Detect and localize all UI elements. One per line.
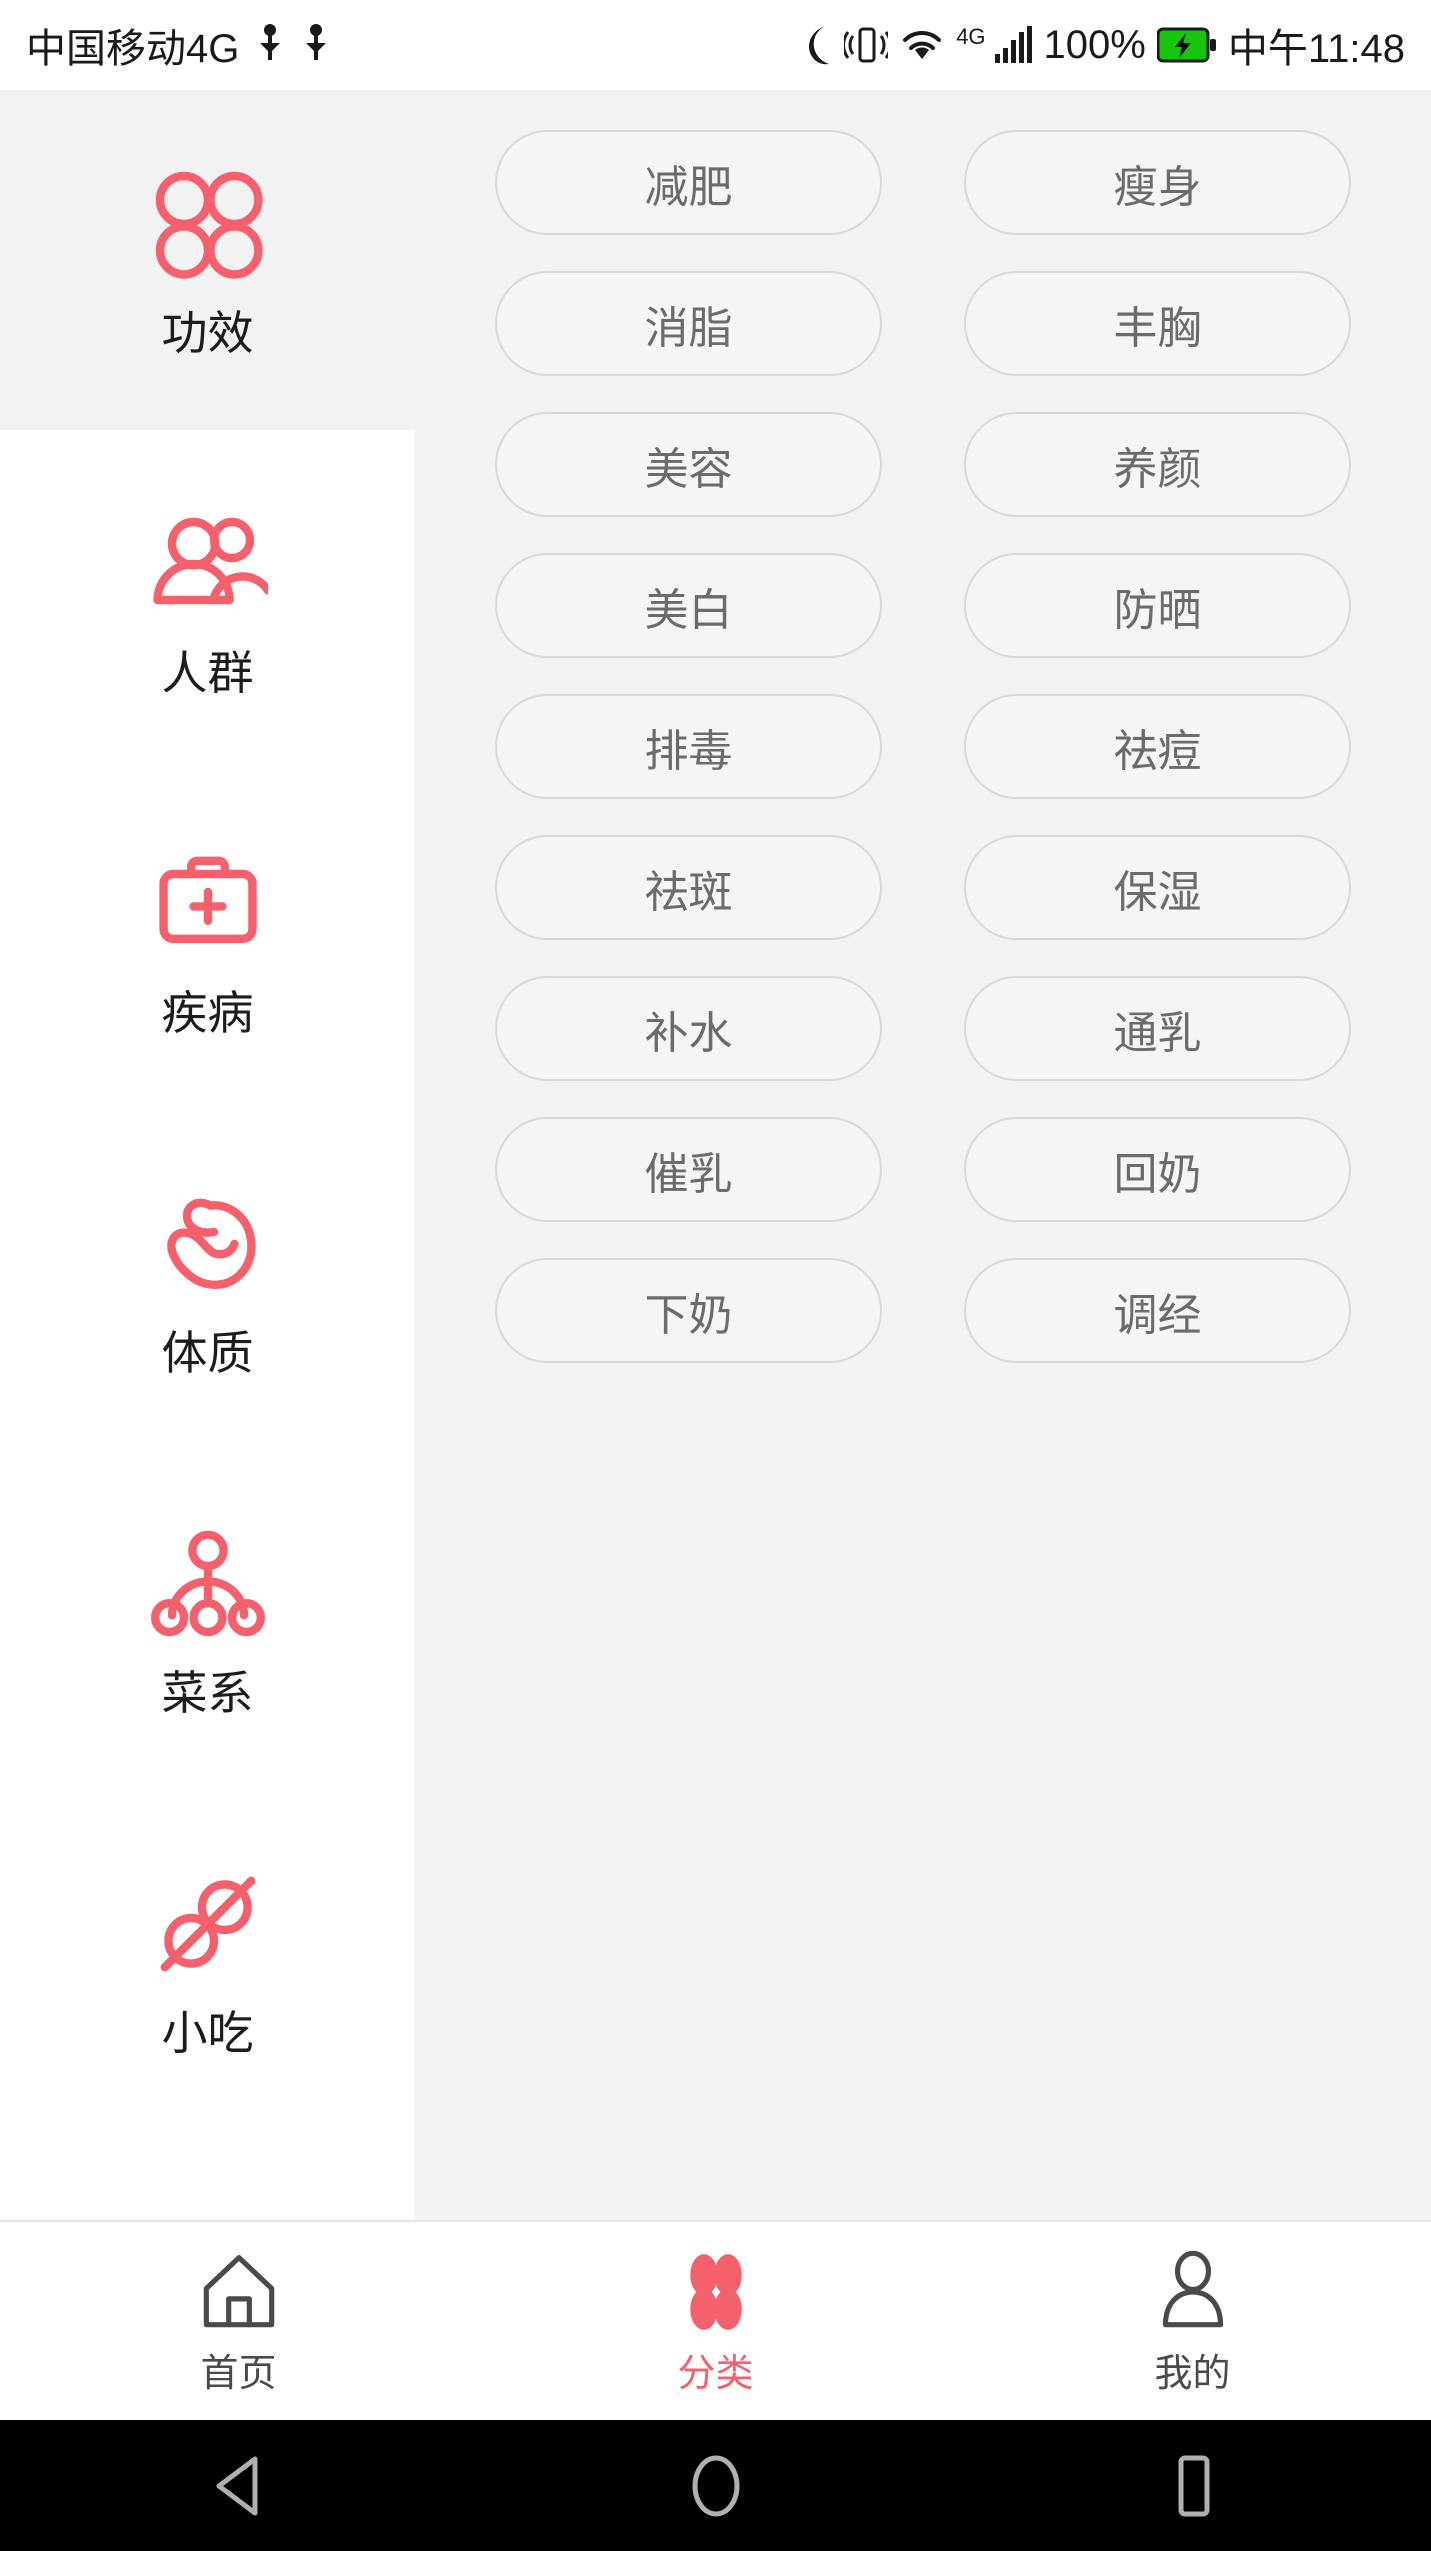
tag-item[interactable]: 美容 bbox=[495, 412, 882, 517]
tag-item[interactable]: 丰胸 bbox=[964, 271, 1351, 376]
category-sidebar: 功效 人群 疾病 体质 菜系 小吃 bbox=[0, 90, 415, 2220]
hierarchy-tree-icon bbox=[148, 1524, 268, 1644]
sidebar-item-label: 功效 bbox=[161, 307, 254, 359]
tag-item[interactable]: 瘦身 bbox=[964, 130, 1351, 235]
tab-label: 我的 bbox=[1154, 2353, 1231, 2395]
tag-item[interactable]: 防晒 bbox=[964, 553, 1351, 658]
tag-item[interactable]: 调经 bbox=[964, 1258, 1351, 1363]
signal-bars-icon bbox=[993, 24, 1033, 66]
moon-icon bbox=[799, 24, 833, 66]
tab-categories[interactable]: 分类 bbox=[477, 2249, 954, 2393]
tag-item[interactable]: 减肥 bbox=[495, 130, 882, 235]
sidebar-item-jibing[interactable]: 疾病 bbox=[0, 770, 415, 1110]
tab-home[interactable]: 首页 bbox=[0, 2249, 477, 2393]
tag-item[interactable]: 排毒 bbox=[495, 694, 882, 799]
sidebar-item-renqun[interactable]: 人群 bbox=[0, 430, 415, 770]
food-skewer-icon bbox=[148, 1864, 268, 1984]
home-circle-icon[interactable] bbox=[656, 2426, 776, 2546]
flexed-bicep-icon bbox=[148, 1184, 268, 1304]
tag-item[interactable]: 祛痘 bbox=[964, 694, 1351, 799]
sidebar-item-label: 菜系 bbox=[161, 1667, 254, 1719]
sidebar-item-tizhi[interactable]: 体质 bbox=[0, 1110, 415, 1450]
tag-item[interactable]: 消脂 bbox=[495, 271, 882, 376]
bottom-tab-bar: 首页 分类 我的 bbox=[0, 2220, 1431, 2420]
tag-item[interactable]: 美白 bbox=[495, 553, 882, 658]
sidebar-item-label: 人群 bbox=[161, 647, 254, 699]
clock-label: 中午11:48 bbox=[1227, 27, 1405, 71]
battery-percent-label: 100% bbox=[1043, 22, 1146, 67]
people-group-icon bbox=[148, 504, 268, 624]
sidebar-item-label: 体质 bbox=[161, 1327, 254, 1379]
tag-item[interactable]: 通乳 bbox=[964, 976, 1351, 1081]
tab-profile[interactable]: 我的 bbox=[954, 2249, 1431, 2393]
battery-charging-icon bbox=[1156, 27, 1217, 63]
app-root: 中国移动4G 4G 100% 中午11:48 功效 人群 疾病 体质 菜系 小吃… bbox=[0, 0, 1431, 2551]
tag-item[interactable]: 保湿 bbox=[964, 835, 1351, 940]
tag-item[interactable]: 下奶 bbox=[495, 1258, 882, 1363]
tab-label: 首页 bbox=[200, 2353, 277, 2395]
recents-square-icon[interactable] bbox=[1133, 2426, 1253, 2546]
tag-item[interactable]: 催乳 bbox=[495, 1117, 882, 1222]
usb-icon bbox=[255, 23, 285, 67]
vibrate-icon bbox=[844, 24, 889, 66]
network-type-label: 4G bbox=[956, 24, 986, 49]
back-triangle-icon[interactable] bbox=[179, 2426, 299, 2546]
sidebar-item-label: 小吃 bbox=[161, 2007, 254, 2059]
tab-label: 分类 bbox=[677, 2353, 754, 2395]
wifi-icon bbox=[899, 25, 945, 65]
android-nav-bar bbox=[0, 2420, 1431, 2551]
sidebar-item-label: 疾病 bbox=[161, 987, 254, 1039]
sidebar-item-gongxiao[interactable]: 功效 bbox=[0, 90, 415, 430]
tag-item[interactable]: 养颜 bbox=[964, 412, 1351, 517]
tag-item[interactable]: 回奶 bbox=[964, 1117, 1351, 1222]
status-bar-right: 4G 100% 中午11:48 bbox=[799, 16, 1405, 74]
medical-kit-icon bbox=[148, 844, 268, 964]
status-bar: 中国移动4G 4G 100% 中午11:48 bbox=[0, 0, 1431, 90]
sidebar-item-caixi[interactable]: 菜系 bbox=[0, 1450, 415, 1790]
tag-grid: 减肥 瘦身 消脂 丰胸 美容 养颜 美白 防晒 排毒 祛痘 祛斑 保湿 补水 通… bbox=[415, 90, 1431, 2220]
four-circles-icon bbox=[148, 164, 268, 284]
sidebar-item-xiaochi[interactable]: 小吃 bbox=[0, 1790, 415, 2130]
tag-item[interactable]: 祛斑 bbox=[495, 835, 882, 940]
status-bar-left: 中国移动4G bbox=[26, 16, 331, 74]
tag-item[interactable]: 补水 bbox=[495, 976, 882, 1081]
carrier-label: 中国移动4G bbox=[26, 27, 240, 71]
home-icon bbox=[196, 2249, 282, 2335]
person-icon bbox=[1150, 2249, 1236, 2335]
usb-icon bbox=[301, 23, 331, 67]
four-petals-icon bbox=[673, 2249, 759, 2335]
content-wrapper: 功效 人群 疾病 体质 菜系 小吃 减肥 瘦身 消脂 丰胸 美容 养颜 美白 防… bbox=[0, 90, 1431, 2220]
